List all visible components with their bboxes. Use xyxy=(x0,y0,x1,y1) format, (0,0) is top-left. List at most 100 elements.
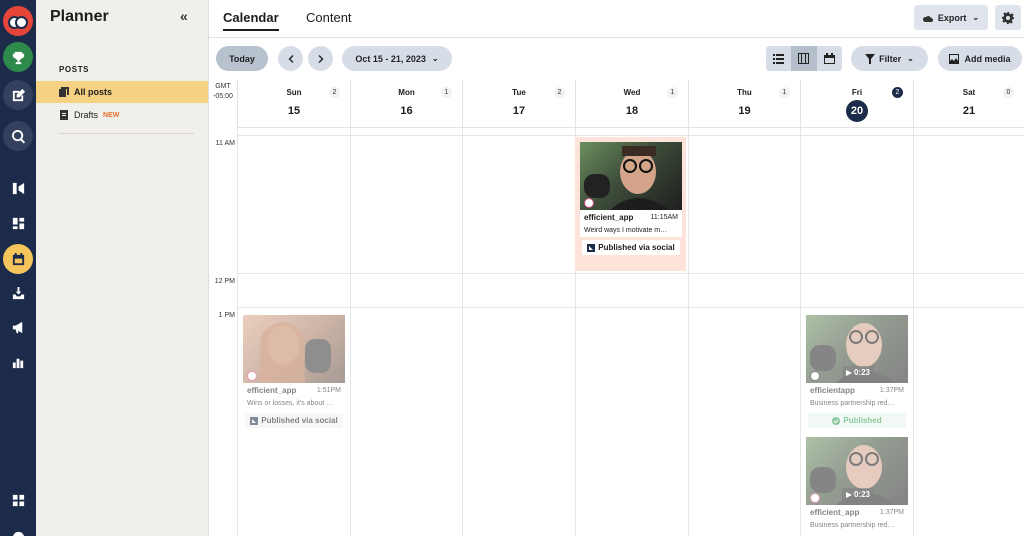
post-account: efficient_app xyxy=(247,386,297,395)
chevron-down-icon: ⌄ xyxy=(907,54,914,63)
post-account: efficientapp xyxy=(810,386,855,395)
instagram-icon xyxy=(584,198,594,208)
grid-line xyxy=(237,307,1024,308)
post-thumbnail: 0:23 xyxy=(806,315,908,383)
post-count-badge: 1 xyxy=(779,87,790,98)
owl-logo-icon[interactable] xyxy=(3,6,33,36)
video-duration: 0:23 xyxy=(841,366,874,379)
date-range-picker[interactable]: Oct 15 - 21, 2023 ⌄ xyxy=(342,46,452,71)
post-account: efficient_app xyxy=(810,508,860,517)
megaphone-icon[interactable] xyxy=(3,312,33,342)
hour-label: 11 AM xyxy=(215,140,235,147)
post-thumbnail xyxy=(580,142,682,210)
status-badge: Published via social xyxy=(245,413,343,428)
chevron-down-icon: ⌄ xyxy=(972,13,980,22)
stack-icon xyxy=(59,87,69,97)
share-icon xyxy=(250,416,259,425)
day-header-thu[interactable]: Thu 1 19 xyxy=(688,80,800,128)
post-card[interactable]: efficient_app 1:51PM Wins or losses, it'… xyxy=(243,315,345,428)
share-icon xyxy=(587,243,596,252)
grid-line xyxy=(688,128,689,536)
grid-line xyxy=(913,128,914,536)
search-icon[interactable] xyxy=(3,121,33,151)
video-duration: 0:23 xyxy=(841,488,874,501)
divider xyxy=(59,133,194,134)
post-description: Business partnership red… xyxy=(810,400,895,407)
post-card[interactable]: 0:23 efficient_app 1:37PM Business partn… xyxy=(806,437,908,532)
status-badge: Published xyxy=(808,413,906,428)
previous-week-button[interactable] xyxy=(278,46,303,71)
grid-line xyxy=(237,135,1024,136)
grid-line xyxy=(237,273,1024,274)
post-count-badge: 2 xyxy=(329,87,340,98)
play-icon xyxy=(845,491,852,498)
compose-icon[interactable] xyxy=(3,80,33,110)
list-view-button[interactable] xyxy=(766,46,791,71)
columns-icon xyxy=(798,53,810,64)
tab-content[interactable]: Content xyxy=(306,10,352,25)
post-time: 1:51PM xyxy=(316,387,341,394)
post-time: 1:37PM xyxy=(879,387,904,394)
week-calendar: GMT -05:00 Sun 2 15 Mon 1 16 Tue 2 17 We… xyxy=(209,80,1024,536)
image-icon xyxy=(949,53,960,64)
chevron-left-icon xyxy=(288,54,293,63)
planner-sidebar: Planner « POSTS All posts Drafts NEW xyxy=(36,0,209,536)
analytics-icon[interactable] xyxy=(3,347,33,377)
calendar-icon[interactable] xyxy=(3,244,33,274)
collapse-sidebar-button[interactable]: « xyxy=(180,8,188,24)
tiktok-icon xyxy=(810,371,820,381)
post-count-badge: 1 xyxy=(667,87,678,98)
day-header-sun[interactable]: Sun 2 15 xyxy=(237,80,350,128)
post-card[interactable]: efficient_app 11:15AM Weird ways I motiv… xyxy=(575,137,686,271)
apps-icon[interactable] xyxy=(3,485,33,515)
day-header-tue[interactable]: Tue 2 17 xyxy=(462,80,575,128)
post-time: 11:15AM xyxy=(650,214,679,221)
today-button[interactable]: Today xyxy=(216,46,268,71)
person-with-microphone-image xyxy=(584,146,670,210)
check-circle-icon xyxy=(832,416,841,425)
hour-label: 12 PM xyxy=(214,278,235,285)
post-description: Weird ways I motivate m… xyxy=(580,225,682,237)
grid-line xyxy=(800,128,801,536)
today-date: 20 xyxy=(846,100,868,122)
tab-calendar[interactable]: Calendar xyxy=(223,10,279,31)
trophy-icon[interactable] xyxy=(3,42,33,72)
day-header-mon[interactable]: Mon 1 16 xyxy=(350,80,462,128)
list-icon xyxy=(773,54,785,64)
export-button[interactable]: Export ⌄ xyxy=(914,5,988,30)
post-card[interactable]: 0:23 efficientapp 1:37PM Business partne… xyxy=(806,315,908,428)
instagram-icon xyxy=(247,371,257,381)
play-icon xyxy=(845,369,852,376)
inbox-icon[interactable] xyxy=(3,278,33,308)
section-heading: POSTS xyxy=(59,65,90,74)
dashboard-icon[interactable] xyxy=(3,208,33,238)
filter-label: Filter xyxy=(879,53,902,64)
filter-button[interactable]: Filter ⌄ xyxy=(851,46,928,71)
page-title: Planner xyxy=(50,8,109,25)
settings-button[interactable] xyxy=(995,5,1021,30)
status-badge: Published via social xyxy=(582,240,680,255)
streams-icon[interactable] xyxy=(3,173,33,203)
help-icon[interactable] xyxy=(3,522,33,536)
chevron-right-icon xyxy=(318,54,323,63)
sidebar-item-drafts[interactable]: Drafts NEW xyxy=(36,104,208,126)
month-view-button[interactable] xyxy=(817,46,842,71)
post-time: 1:37PM xyxy=(879,509,904,516)
post-count-badge: 1 xyxy=(441,87,452,98)
tab-bar: Calendar Content Export ⌄ xyxy=(209,0,1024,38)
app-rail xyxy=(0,0,36,536)
timezone-label: GMT -05:00 xyxy=(213,83,233,100)
day-header-wed[interactable]: Wed 1 18 xyxy=(575,80,688,128)
post-description: Wins or losses, it's about … xyxy=(247,400,334,407)
calendar-toolbar: Today Oct 15 - 21, 2023 ⌄ Filter ⌄ Add m… xyxy=(209,39,1024,80)
sidebar-item-all-posts[interactable]: All posts xyxy=(36,81,208,103)
next-week-button[interactable] xyxy=(308,46,333,71)
filter-icon xyxy=(865,53,876,64)
week-view-button[interactable] xyxy=(791,46,817,71)
post-count-badge: 2 xyxy=(892,87,903,98)
add-media-button[interactable]: Add media xyxy=(938,46,1022,71)
date-range-label: Oct 15 - 21, 2023 xyxy=(355,53,426,64)
day-header-fri[interactable]: Fri 2 20 xyxy=(800,80,913,128)
day-header-sat[interactable]: Sat 0 21 xyxy=(913,80,1024,128)
hour-label: 1 PM xyxy=(218,312,235,319)
